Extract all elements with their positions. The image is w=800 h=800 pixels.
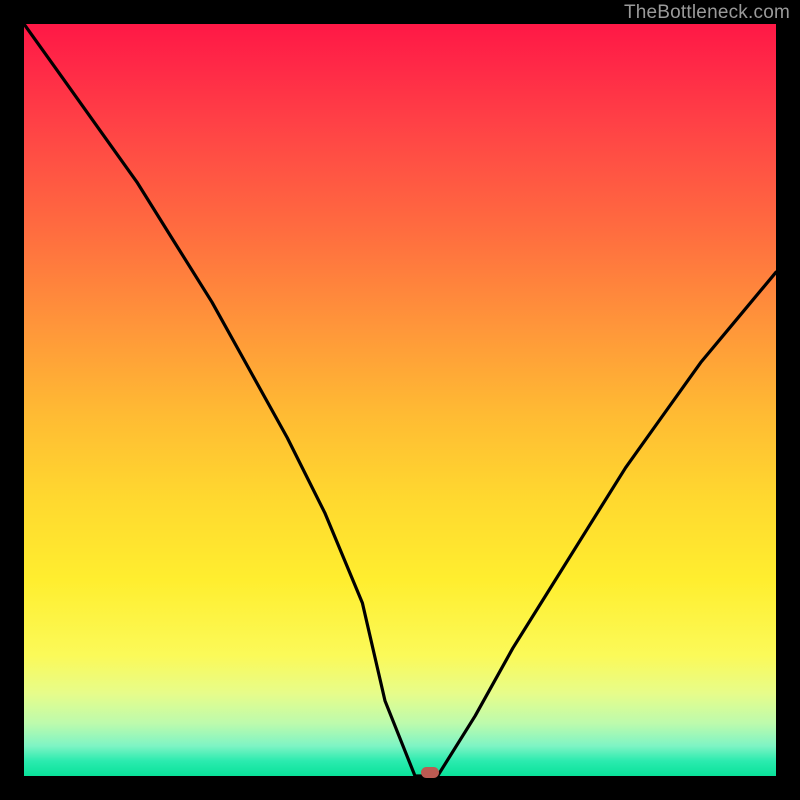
curve-path (24, 24, 776, 776)
chart-frame: TheBottleneck.com (0, 0, 800, 800)
bottleneck-curve (24, 24, 776, 776)
plot-area (24, 24, 776, 776)
branding-text: TheBottleneck.com (624, 2, 790, 24)
optimum-marker (421, 767, 439, 778)
